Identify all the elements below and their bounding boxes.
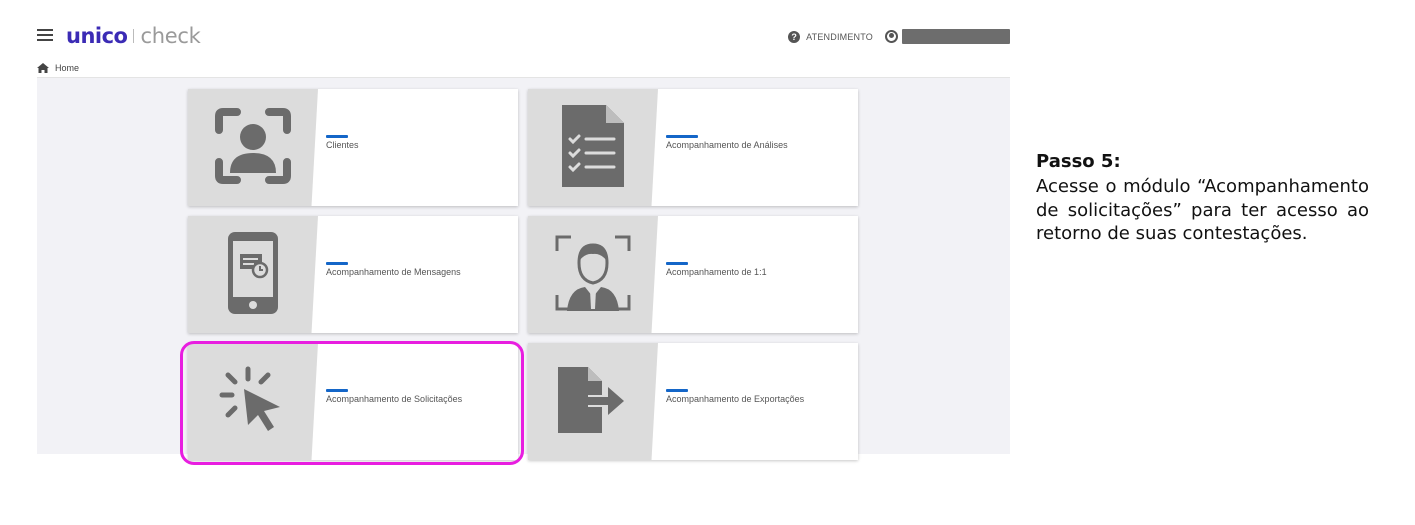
module-label: Acompanhamento de 1:1 <box>666 267 767 277</box>
module-grid <box>37 78 1010 454</box>
logo-brand: unico <box>66 24 128 48</box>
face-scan-icon <box>215 108 291 184</box>
logo-product: check <box>140 24 201 48</box>
module-card-1-1[interactable]: Acompanhamento de 1:1 <box>528 216 858 333</box>
logo-divider <box>133 29 135 43</box>
home-icon[interactable] <box>37 63 49 73</box>
card-accent-bar <box>666 262 688 265</box>
user-circle-icon[interactable] <box>885 30 898 43</box>
module-card-exportacoes[interactable]: Acompanhamento de Exportações <box>528 343 858 460</box>
top-bar: unico check ? ATENDIMENTO <box>37 20 1010 53</box>
module-card-solicitacoes[interactable]: Acompanhamento de Solicitações <box>188 343 518 460</box>
module-label: Acompanhamento de Mensagens <box>326 267 461 277</box>
card-accent-bar <box>326 389 348 392</box>
module-card-analises[interactable]: Acompanhamento de Análises <box>528 89 858 206</box>
app-window: unico check ? ATENDIMENTO Home <box>37 20 1010 454</box>
person-portrait-icon <box>555 235 631 311</box>
hamburger-menu-icon[interactable] <box>37 28 53 42</box>
checklist-document-icon <box>562 105 624 187</box>
step-text: Acesse o módulo “Acompanhamento de solic… <box>1036 176 1369 244</box>
card-accent-bar <box>326 135 348 138</box>
card-accent-bar <box>326 262 348 265</box>
pointer-click-icon <box>219 366 280 431</box>
instruction-panel: Passo 5: Acesse o módulo “Acompanhamento… <box>1036 149 1369 246</box>
logo[interactable]: unico check <box>66 24 201 48</box>
smartphone-message-icon <box>228 232 278 314</box>
module-label: Acompanhamento de Solicitações <box>326 394 463 404</box>
file-export-icon <box>558 367 624 433</box>
card-accent-bar <box>666 135 698 138</box>
module-label: Acompanhamento de Exportações <box>666 394 805 404</box>
module-card-clientes[interactable]: Clientes <box>188 89 518 206</box>
card-accent-bar <box>666 389 688 392</box>
support-link[interactable]: ATENDIMENTO <box>806 32 873 42</box>
module-label: Acompanhamento de Análises <box>666 140 788 150</box>
step-title: Passo 5: <box>1036 151 1121 172</box>
breadcrumb: Home <box>37 61 79 75</box>
header-tools: ? ATENDIMENTO <box>788 28 1010 45</box>
breadcrumb-home[interactable]: Home <box>55 63 79 73</box>
user-name-redacted[interactable] <box>902 29 1010 44</box>
question-circle-icon[interactable]: ? <box>788 30 801 43</box>
module-label: Clientes <box>326 140 359 150</box>
module-card-mensagens[interactable]: Acompanhamento de Mensagens <box>188 216 518 333</box>
